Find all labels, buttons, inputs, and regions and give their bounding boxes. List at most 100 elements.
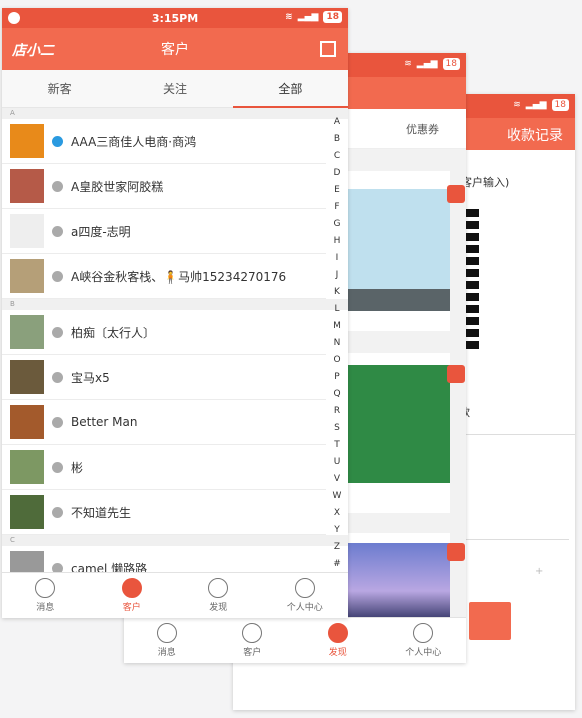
tab-messages[interactable]: 消息 [2, 573, 89, 618]
section-header: B [2, 299, 348, 310]
alphabet-letter[interactable]: A [334, 114, 340, 131]
list-item[interactable]: 彬 [2, 445, 326, 490]
alphabet-index[interactable]: A B C D E F G H I J K L M N O P Q R S T U V W X Y Z # [330, 114, 344, 573]
wifi-icon: ≋ [285, 12, 293, 22]
section-header: A [2, 108, 348, 119]
tab-new[interactable]: 新客 [2, 70, 117, 107]
alphabet-letter[interactable]: Q [333, 386, 340, 403]
tab-profile[interactable]: 个人中心 [262, 573, 349, 618]
status-icon [52, 326, 63, 338]
gift-icon [447, 185, 465, 203]
signal-icon: ▂▄▆ [416, 59, 438, 69]
tab-messages[interactable]: 消息 [124, 618, 210, 663]
profile-icon [413, 623, 434, 643]
alphabet-letter[interactable]: R [334, 403, 340, 420]
alphabet-letter[interactable]: T [334, 437, 340, 454]
list-item[interactable]: Better Man [2, 400, 326, 445]
alphabet-letter[interactable]: J [336, 267, 339, 284]
avatar [10, 124, 44, 158]
status-icon [52, 461, 63, 473]
wifi-icon: ≋ [404, 59, 412, 69]
message-icon [156, 623, 177, 643]
avatar [10, 169, 44, 203]
alphabet-letter[interactable]: P [334, 369, 339, 386]
customers-icon [242, 623, 263, 643]
tab-customers[interactable]: 客户 [89, 573, 176, 618]
alphabet-letter[interactable]: W [333, 488, 342, 505]
plus-icon: + [535, 566, 544, 577]
avatar [10, 450, 44, 484]
tab-customers[interactable]: 客户 [210, 618, 296, 663]
wifi-icon: ≋ [513, 100, 521, 110]
status-icon [52, 371, 63, 383]
alphabet-letter[interactable]: S [334, 420, 340, 437]
battery-badge: 18 [442, 58, 460, 70]
list-item[interactable]: A峡谷金秋客栈、🧍马帅15234270176 [2, 254, 326, 299]
alphabet-letter[interactable]: # [333, 556, 341, 573]
alphabet-letter[interactable]: D [334, 165, 341, 182]
alphabet-letter[interactable]: H [334, 233, 341, 250]
tab-discover[interactable]: 发现 [295, 618, 381, 663]
avatar [10, 259, 44, 293]
alphabet-letter[interactable]: N [334, 335, 341, 352]
page-title: 客户 [161, 42, 189, 58]
qr-code-icon[interactable] [320, 41, 336, 57]
alphabet-letter[interactable]: K [334, 284, 340, 301]
gift-icon [447, 365, 465, 383]
records-link[interactable]: 收款记录 [507, 125, 563, 145]
confirm-button[interactable] [469, 602, 511, 640]
alphabet-letter[interactable]: L [334, 301, 339, 318]
tab-bar: 消息 客户 发现 个人中心 [2, 572, 348, 618]
alphabet-letter[interactable]: E [334, 182, 340, 199]
alphabet-letter[interactable]: Y [334, 522, 340, 539]
list-item[interactable]: 不知道先生 [2, 490, 326, 535]
list-item[interactable]: 宝马x5 [2, 355, 326, 400]
list-item[interactable]: 柏痴〔太行人〕 [2, 310, 326, 355]
avatar [10, 551, 44, 572]
profile-icon [294, 578, 315, 598]
alphabet-letter[interactable]: X [334, 505, 340, 522]
app-logo: 店小二 [12, 43, 54, 59]
message-icon [35, 578, 56, 598]
status-bar: 3:15PM ≋ ▂▄▆ 18 [2, 8, 348, 28]
avatar [10, 214, 44, 248]
avatar [10, 495, 44, 529]
customer-list: A AAA三商佳人电商·商鸿 A皇胶世家阿胶糕 a四度-志明 A峡谷金秋客栈、🧍… [2, 108, 348, 572]
status-icon [52, 562, 63, 572]
tab-discover[interactable]: 发现 [175, 573, 262, 618]
list-item[interactable]: AAA三商佳人电商·商鸿 [2, 119, 326, 164]
status-icon [52, 416, 63, 428]
alphabet-letter[interactable]: F [334, 199, 339, 216]
tab-bar: 消息 客户 发现 个人中心 [124, 617, 466, 663]
list-item[interactable]: A皇胶世家阿胶糕 [2, 164, 326, 209]
alphabet-letter[interactable]: O [333, 352, 340, 369]
avatar [10, 360, 44, 394]
qr-code [465, 209, 479, 349]
customers-icon [121, 578, 142, 598]
alphabet-letter[interactable]: M [333, 318, 341, 335]
status-icon [52, 180, 63, 192]
status-icon [52, 270, 63, 282]
signal-icon: ▂▄▆ [297, 12, 319, 22]
divider [459, 539, 569, 540]
tab-followed[interactable]: 关注 [117, 70, 232, 107]
alphabet-letter[interactable]: Z [334, 539, 340, 556]
tab-profile[interactable]: 个人中心 [381, 618, 467, 663]
header: 店小二 客户 [2, 28, 348, 70]
battery-badge: 18 [551, 99, 569, 111]
hint-text: 客户输入) [461, 176, 510, 189]
alphabet-letter[interactable]: B [334, 131, 340, 148]
tab-all[interactable]: 全部 [232, 70, 348, 108]
alphabet-letter[interactable]: G [334, 216, 341, 233]
avatar [10, 405, 44, 439]
status-icon [52, 225, 63, 237]
alphabet-letter[interactable]: I [336, 250, 339, 267]
alphabet-letter[interactable]: C [334, 148, 340, 165]
tab-coupon[interactable]: 优惠券 [406, 121, 439, 137]
status-icon [52, 506, 63, 518]
alphabet-letter[interactable]: V [334, 471, 340, 488]
alphabet-letter[interactable]: U [334, 454, 341, 471]
list-item[interactable]: camel 懒路路 [2, 546, 326, 572]
list-item[interactable]: a四度-志明 [2, 209, 326, 254]
verified-icon [52, 135, 63, 147]
